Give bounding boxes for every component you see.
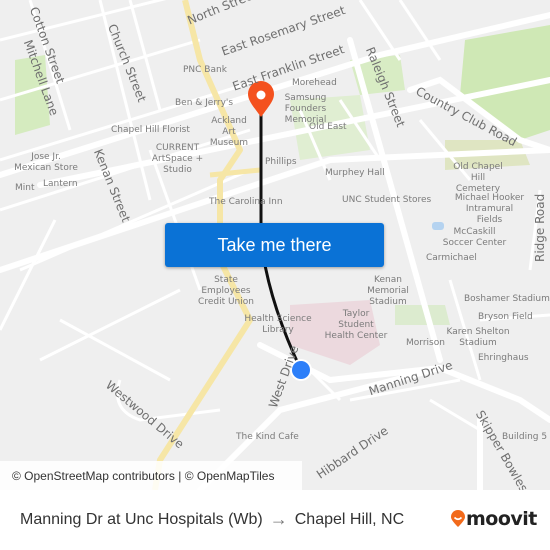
poi-label: Phillips — [265, 157, 297, 167]
poi-label: Building 5 — [502, 432, 548, 442]
poi-label: CURRENT ArtSpace + Studio — [151, 143, 204, 175]
poi-label: Ben & Jerry's — [175, 98, 234, 108]
poi-label: Taylor Student Health Center — [324, 309, 388, 341]
map-view[interactable]: North Street East Rosemary Street East F… — [0, 0, 550, 490]
route-summary: Manning Dr at Unc Hospitals (Wb) → Chape… — [20, 509, 404, 530]
poi-label: Lantern — [43, 179, 78, 189]
poi-label: UNC Student Stores — [342, 195, 432, 205]
poi-label: The Kind Cafe — [236, 432, 299, 442]
poi-label: Kenan Memorial Stadium — [367, 275, 409, 307]
poi-label: Mint — [15, 183, 35, 193]
moovit-wordmark: moovit — [466, 508, 537, 530]
street-label: Ridge Road — [533, 193, 547, 262]
poi-label: Murphey Hall — [325, 168, 385, 178]
moovit-logo[interactable]: moovit — [450, 508, 537, 530]
poi-label: Boshamer Stadium — [464, 294, 550, 304]
poi-label: Ehringhaus — [478, 353, 529, 363]
poi-label: Bryson Field — [478, 312, 533, 322]
poi-label: Michael Hooker Intramural Fields — [454, 193, 525, 225]
poi-label: Jose Jr. Mexican Store — [14, 152, 78, 173]
destination-name: Chapel Hill, NC — [294, 510, 405, 528]
poi-label: The Carolina Inn — [209, 197, 283, 207]
poi-label: Health Science Library — [244, 314, 312, 335]
poi-label: Chapel Hill Florist — [111, 125, 190, 135]
poi-label: Karen Shelton Stadium — [446, 327, 510, 348]
take-me-there-button[interactable]: Take me there — [165, 223, 384, 267]
map-attribution[interactable]: © OpenStreetMap contributors | © OpenMap… — [0, 461, 302, 490]
highway-connector — [209, 167, 261, 178]
poi-label: Old Chapel Hill Cemetery — [453, 162, 503, 194]
moovit-pin-icon — [451, 510, 465, 527]
poi-label: Morrison — [406, 338, 445, 348]
footer-bar: Manning Dr at Unc Hospitals (Wb) → Chape… — [0, 490, 550, 550]
poi-label: Carmichael — [426, 253, 477, 263]
poi-label: State Employees Credit Union — [198, 275, 254, 307]
origin-stop-name: Manning Dr at Unc Hospitals (Wb) — [20, 510, 263, 528]
poi-label: PNC Bank — [183, 65, 227, 75]
poi-label: Morehead — [292, 78, 337, 88]
poi-label: Old East — [309, 122, 347, 132]
arrow-right-icon: → — [269, 509, 288, 529]
poi-label: McCaskill Soccer Center — [442, 227, 507, 248]
